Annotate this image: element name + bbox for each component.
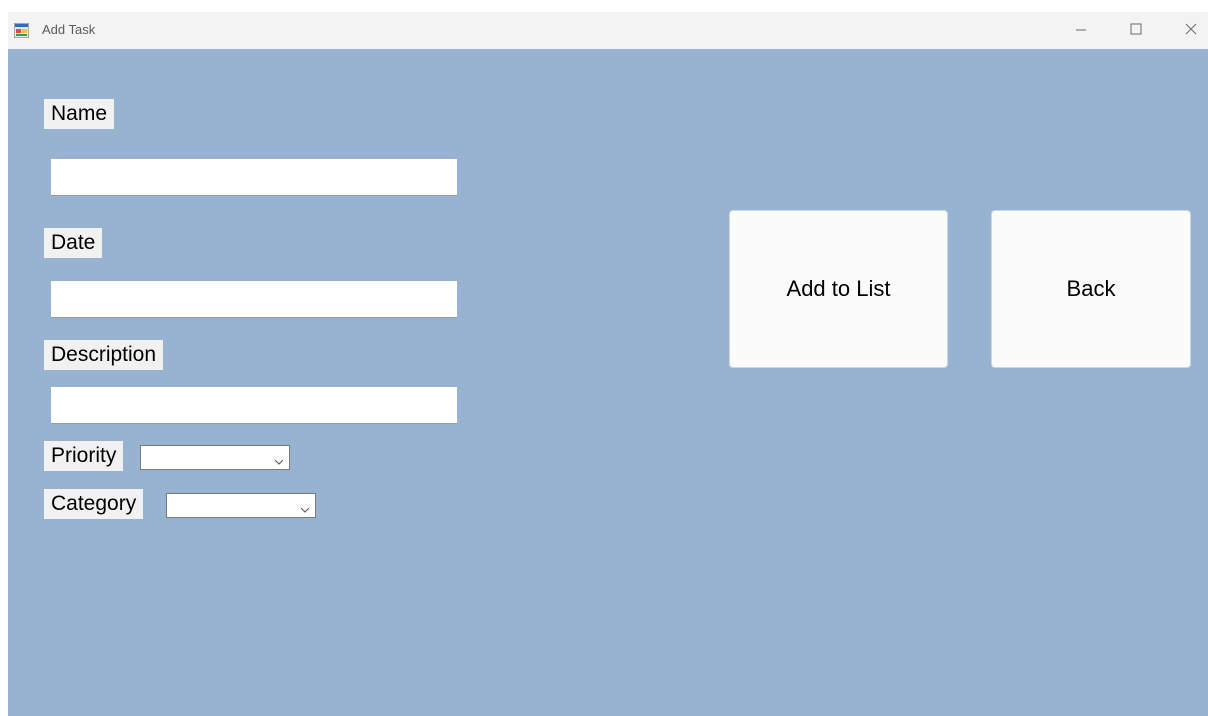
category-label: Category	[44, 489, 144, 519]
close-icon	[1185, 22, 1197, 40]
chevron-down-icon	[299, 500, 311, 513]
name-label: Name	[44, 99, 115, 129]
minimize-icon	[1075, 22, 1087, 40]
app-form-icon	[13, 22, 30, 39]
maximize-button[interactable]	[1113, 12, 1159, 49]
priority-dropdown[interactable]	[140, 445, 290, 470]
title-bar[interactable]: Add Task	[8, 12, 1208, 49]
priority-label: Priority	[44, 441, 124, 471]
description-input[interactable]	[51, 387, 457, 424]
description-label: Description	[44, 340, 164, 370]
date-label: Date	[44, 228, 103, 258]
name-input[interactable]	[51, 159, 457, 196]
date-input[interactable]	[51, 281, 457, 318]
chevron-down-icon	[273, 452, 285, 465]
add-to-list-button[interactable]: Add to List	[729, 210, 948, 368]
back-button[interactable]: Back	[991, 210, 1191, 368]
category-dropdown[interactable]	[166, 493, 316, 518]
close-button[interactable]	[1168, 12, 1208, 49]
minimize-button[interactable]	[1058, 12, 1104, 49]
form-area: Name Date Description Priority Category …	[8, 49, 1208, 716]
maximize-icon	[1130, 22, 1142, 40]
add-task-window: Add Task Name Date Description Priority	[8, 12, 1208, 716]
window-title: Add Task	[42, 22, 96, 37]
